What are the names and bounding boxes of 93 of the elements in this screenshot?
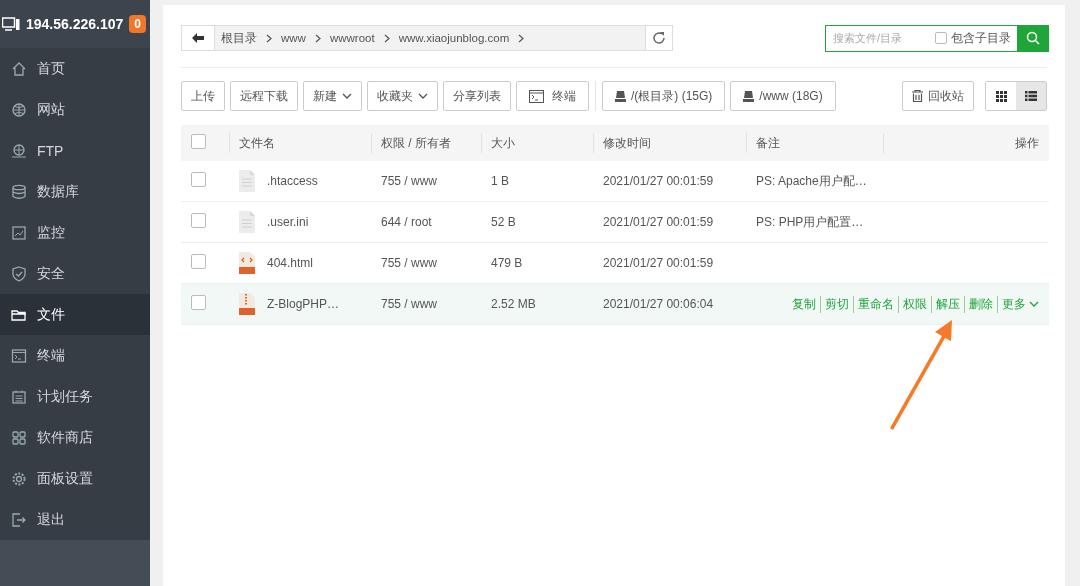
column-header[interactable]: 大小 [491,135,515,150]
computer-icon [2,16,20,32]
column-header[interactable]: 备注 [756,135,780,150]
grid-view-icon [995,90,1007,102]
row-checkbox[interactable] [191,172,206,187]
globe-icon [10,100,28,119]
disk-button[interactable]: /www (18G) [730,81,836,111]
chevron-right-icon [314,33,321,43]
toolbar-button[interactable]: 远程下载 [230,81,298,111]
drive-icon [615,90,626,102]
sidebar-item[interactable]: 软件商店 [0,417,150,458]
back-arrow-icon [192,33,204,43]
size-text: 1 B [491,174,509,188]
grid-icon [10,428,28,447]
dropdown-button[interactable]: 收藏夹 [367,81,438,111]
size-text: 52 B [491,215,516,229]
permission-text: 644 / root [381,215,432,229]
path-segment[interactable]: wwwroot [329,32,375,44]
modified-time: 2021/01/27 00:01:59 [603,256,714,270]
chevron-right-icon [266,33,272,43]
file-name[interactable]: .htaccess [267,174,318,188]
terminal-button[interactable]: 终端 [516,81,589,111]
note-text: PS: PHP用户配置… [756,214,864,229]
column-header[interactable]: 操作 [1015,135,1039,150]
chevron-down-icon [1029,301,1039,307]
search-button[interactable] [1017,25,1048,51]
trash-icon [912,90,923,102]
server-address: 194.56.226.107 [26,16,124,32]
sidebar-item[interactable]: 首页 [0,48,150,89]
recycle-bin-button[interactable]: 回收站 [902,81,974,111]
toolbar-button[interactable]: 分享列表 [443,81,511,111]
path-segment[interactable]: 根目录 [221,30,257,46]
size-text: 2.52 MB [491,297,536,311]
terminal-icon [529,89,544,103]
file-name[interactable]: Z-BlogPHP… [267,297,340,311]
drive-icon [743,90,755,102]
file-name[interactable]: .user.ini [267,215,309,229]
subdir-label: 包含子目录 [951,29,1011,47]
html-file-icon [239,252,255,274]
sidebar-item[interactable]: 退出 [0,499,150,540]
database-icon [10,182,28,201]
search-icon [1025,31,1040,45]
row-checkbox[interactable] [191,295,206,310]
file-name[interactable]: 404.html [267,256,314,270]
toolbar-button[interactable]: 上传 [181,81,225,111]
modified-time: 2021/01/27 00:06:04 [603,297,714,311]
chart-icon [10,223,28,242]
document-icon [239,211,255,233]
path-segment[interactable]: www.xiaojunblog.com [398,32,510,44]
sidebar-item[interactable]: 终端 [0,335,150,376]
column-header[interactable]: 文件名 [239,135,275,150]
sidebar-item[interactable]: 监控 [0,212,150,253]
terminal-icon [10,346,28,365]
checkbox[interactable] [935,32,947,44]
shield-icon [10,264,28,283]
sidebar-item[interactable]: 安全 [0,253,150,294]
path-bar[interactable]: 根目录 www wwwroot www.xiaojunblog.com [215,26,645,50]
column-header[interactable]: 修改时间 [603,135,651,150]
sidebar-item[interactable]: FTP [0,130,150,171]
path-segment[interactable]: www [281,32,306,44]
size-text: 479 B [491,256,523,270]
network-icon [10,141,28,160]
sidebar-item[interactable]: 网站 [0,89,150,130]
disk-button[interactable]: /(根目录) (15G) [602,81,726,111]
chevron-right-icon [518,33,525,43]
list-view-button[interactable] [1016,82,1046,110]
modified-time: 2021/01/27 00:01:59 [603,215,714,229]
search-box[interactable]: 搜索文件/目录 包含子目录 [825,24,1049,52]
sidebar-item[interactable]: 计划任务 [0,376,150,417]
permission-text: 755 / www [381,174,438,188]
refresh-icon [652,31,666,45]
permission-text: 755 / www [381,256,438,270]
file-row[interactable]: Z-BlogPHP… 755 / www 2.52 MB 2021/01/27 00:06:04 复制 剪切 重命名 权限 解压 删除 更多 [181,283,1049,325]
sidebar-item[interactable]: 数据库 [0,171,150,212]
chevron-down-icon [418,93,428,99]
chevron-right-icon [383,33,390,43]
chevron-down-icon [342,93,352,99]
file-row[interactable]: .htaccess 755 / www 1 B 2021/01/27 00:01:59 PS: Apache用户配… [181,161,1049,202]
row-checkbox[interactable] [191,254,206,269]
sidebar-item[interactable]: 文件 [0,294,150,335]
modified-time: 2021/01/27 00:01:59 [603,174,714,188]
row-checkbox[interactable] [191,213,206,228]
note-text: PS: Apache用户配… [756,173,867,188]
sidebar-item[interactable]: 面板设置 [0,458,150,499]
zip-file-icon [239,293,255,315]
permission-text: 755 / www [381,297,438,311]
select-all-checkbox[interactable] [191,134,206,149]
document-icon [239,170,255,192]
exit-icon [10,510,28,529]
dropdown-button[interactable]: 新建 [303,81,362,111]
file-row[interactable]: 404.html 755 / www 479 B 2021/01/27 00:01:59 [181,242,1049,284]
list-view-icon [1025,91,1037,101]
file-row[interactable]: .user.ini 644 / root 52 B 2021/01/27 00:01:59 PS: PHP用户配置… [181,201,1049,243]
